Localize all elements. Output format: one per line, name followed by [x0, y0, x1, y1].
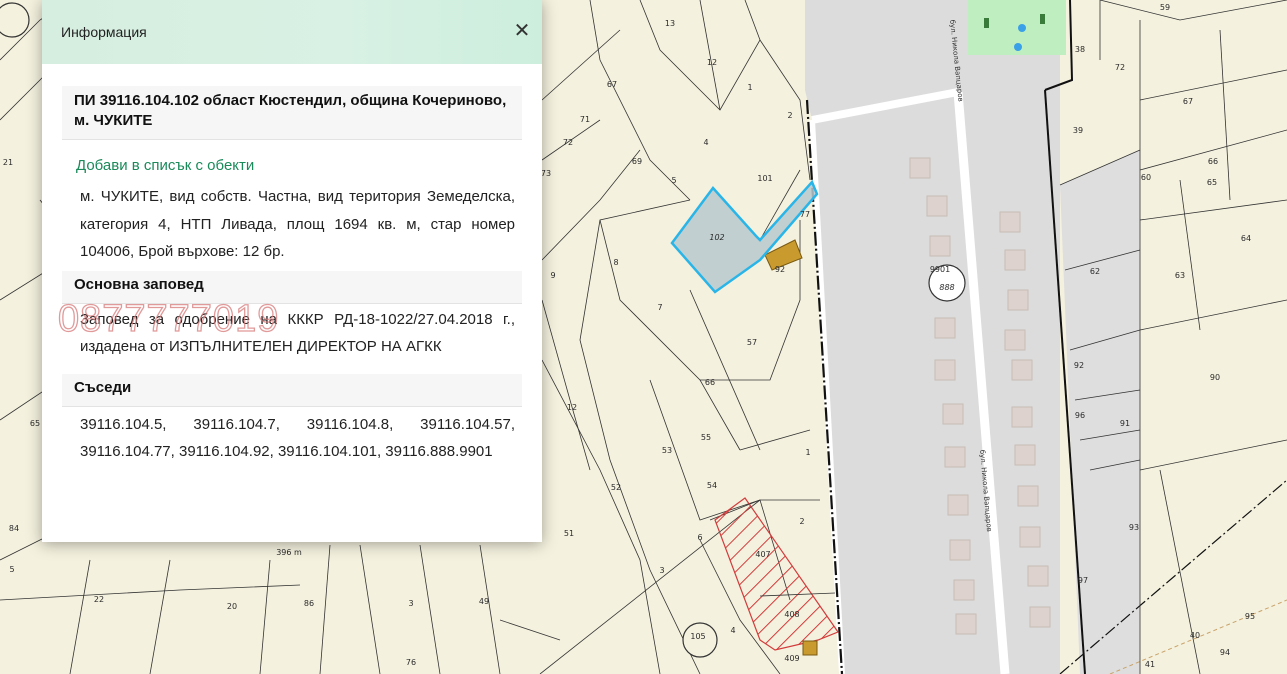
parcel-label: 1 — [805, 448, 810, 457]
parcel-label: 55 — [701, 433, 711, 442]
parcel-label: 57 — [747, 338, 757, 347]
parcel-label: 52 — [611, 483, 621, 492]
parcel-label: 1 — [747, 83, 752, 92]
parcel-label: 13 — [665, 19, 675, 28]
parcel-label: 90 — [1210, 373, 1220, 382]
info-panel: Информация ✕ ПИ 39116.104.102 област Кюс… — [42, 0, 542, 542]
parcel-label: 5 — [671, 176, 676, 185]
order-text: Заповед за одобрение на КККР РД-18-1022/… — [80, 310, 515, 356]
parcel-label: 62 — [1090, 267, 1100, 276]
parcel-label: 72 — [1115, 63, 1125, 72]
parcel-label: 69 — [632, 157, 642, 166]
parcel-label: 71 — [580, 115, 590, 124]
parcel-label: 65 — [30, 419, 40, 428]
parcel-label: 66 — [1208, 157, 1218, 166]
add-to-list-link[interactable]: Добави в списък с обекти — [76, 157, 542, 175]
parcel-label: 20 — [227, 602, 237, 611]
parcel-label: 63 — [1175, 271, 1185, 280]
panel-header: Информация ✕ — [42, 0, 542, 64]
parcel-label: 66 — [705, 378, 715, 387]
parcel-label: 40 — [1190, 631, 1200, 640]
parcel-label: 39 — [1073, 126, 1083, 135]
parcel-label: 105 — [690, 632, 705, 641]
parcel-label: 8 — [613, 258, 618, 267]
parcel-heading: ПИ 39116.104.102 област Кюстендил, общин… — [62, 86, 522, 140]
close-button[interactable]: ✕ — [512, 21, 532, 41]
parcel-label: 93 — [1129, 523, 1139, 532]
parcel-label: 408 — [784, 610, 799, 619]
parcel-label: 102 — [709, 233, 724, 242]
parcel-label: 407 — [755, 550, 770, 559]
parcel-label: 97 — [1078, 576, 1088, 585]
parcel-label: 888 — [939, 283, 954, 292]
parcel-label: 73 — [541, 169, 551, 178]
parcel-label: 9901 — [930, 265, 950, 274]
parcel-label: 3 — [408, 599, 413, 608]
parcel-label: 6 — [697, 533, 702, 542]
parcel-label: 5 — [9, 565, 14, 574]
parcel-label: 67 — [1183, 97, 1193, 106]
parcel-label: 67 — [607, 80, 617, 89]
parcel-label: 95 — [1245, 612, 1255, 621]
parcel-label: 54 — [707, 481, 717, 490]
parcel-description: м. ЧУКИТЕ, вид собств. Частна, вид терит… — [80, 188, 515, 260]
faint-map-text: 396 m — [276, 548, 302, 557]
parcel-label: 92 — [1074, 361, 1084, 370]
parcel-label: 22 — [94, 595, 104, 604]
parcel-label: 12 — [707, 58, 717, 67]
parcel-label: 65 — [1207, 178, 1217, 187]
neighbors-list: 39116.104.5, 39116.104.7, 39116.104.8, 3… — [80, 415, 515, 461]
parcel-label: 12 — [567, 403, 577, 412]
parcel-label: 9 — [550, 271, 555, 280]
parcel-label: 21 — [3, 158, 13, 167]
parcel-label: 84 — [9, 524, 19, 533]
parcel-label: 3 — [659, 566, 664, 575]
parcel-label: 4 — [730, 626, 735, 635]
parcel-label: 92 — [775, 265, 785, 274]
parcel-label: 96 — [1075, 411, 1085, 420]
parcel-label: 41 — [1145, 660, 1155, 669]
parcel-label: 7 — [657, 303, 662, 312]
parcel-label: 59 — [1160, 3, 1170, 12]
order-heading: Основна заповед — [62, 270, 522, 304]
parcel-label: 38 — [1075, 45, 1085, 54]
panel-title: Информация — [61, 24, 147, 40]
parcel-label: 4 — [703, 138, 708, 147]
building-409 — [802, 640, 818, 656]
parcel-label: 101 — [757, 174, 772, 183]
parcel-label: 76 — [406, 658, 416, 667]
parcel-label: 60 — [1141, 173, 1151, 182]
parcel-label: 51 — [564, 529, 574, 538]
parcel-label: 409 — [784, 654, 799, 663]
parcel-label: 49 — [479, 597, 489, 606]
parcel-label: 2 — [787, 111, 792, 120]
parcel-label: 91 — [1120, 419, 1130, 428]
parcel-label: 77 — [800, 210, 810, 219]
parcel-label: 94 — [1220, 648, 1230, 657]
parcel-label: 53 — [662, 446, 672, 455]
parcel-label: 86 — [304, 599, 314, 608]
neighbors-heading: Съседи — [62, 373, 522, 407]
parcel-label: 72 — [563, 138, 573, 147]
parcel-label: 2 — [799, 517, 804, 526]
parcel-label: 64 — [1241, 234, 1251, 243]
